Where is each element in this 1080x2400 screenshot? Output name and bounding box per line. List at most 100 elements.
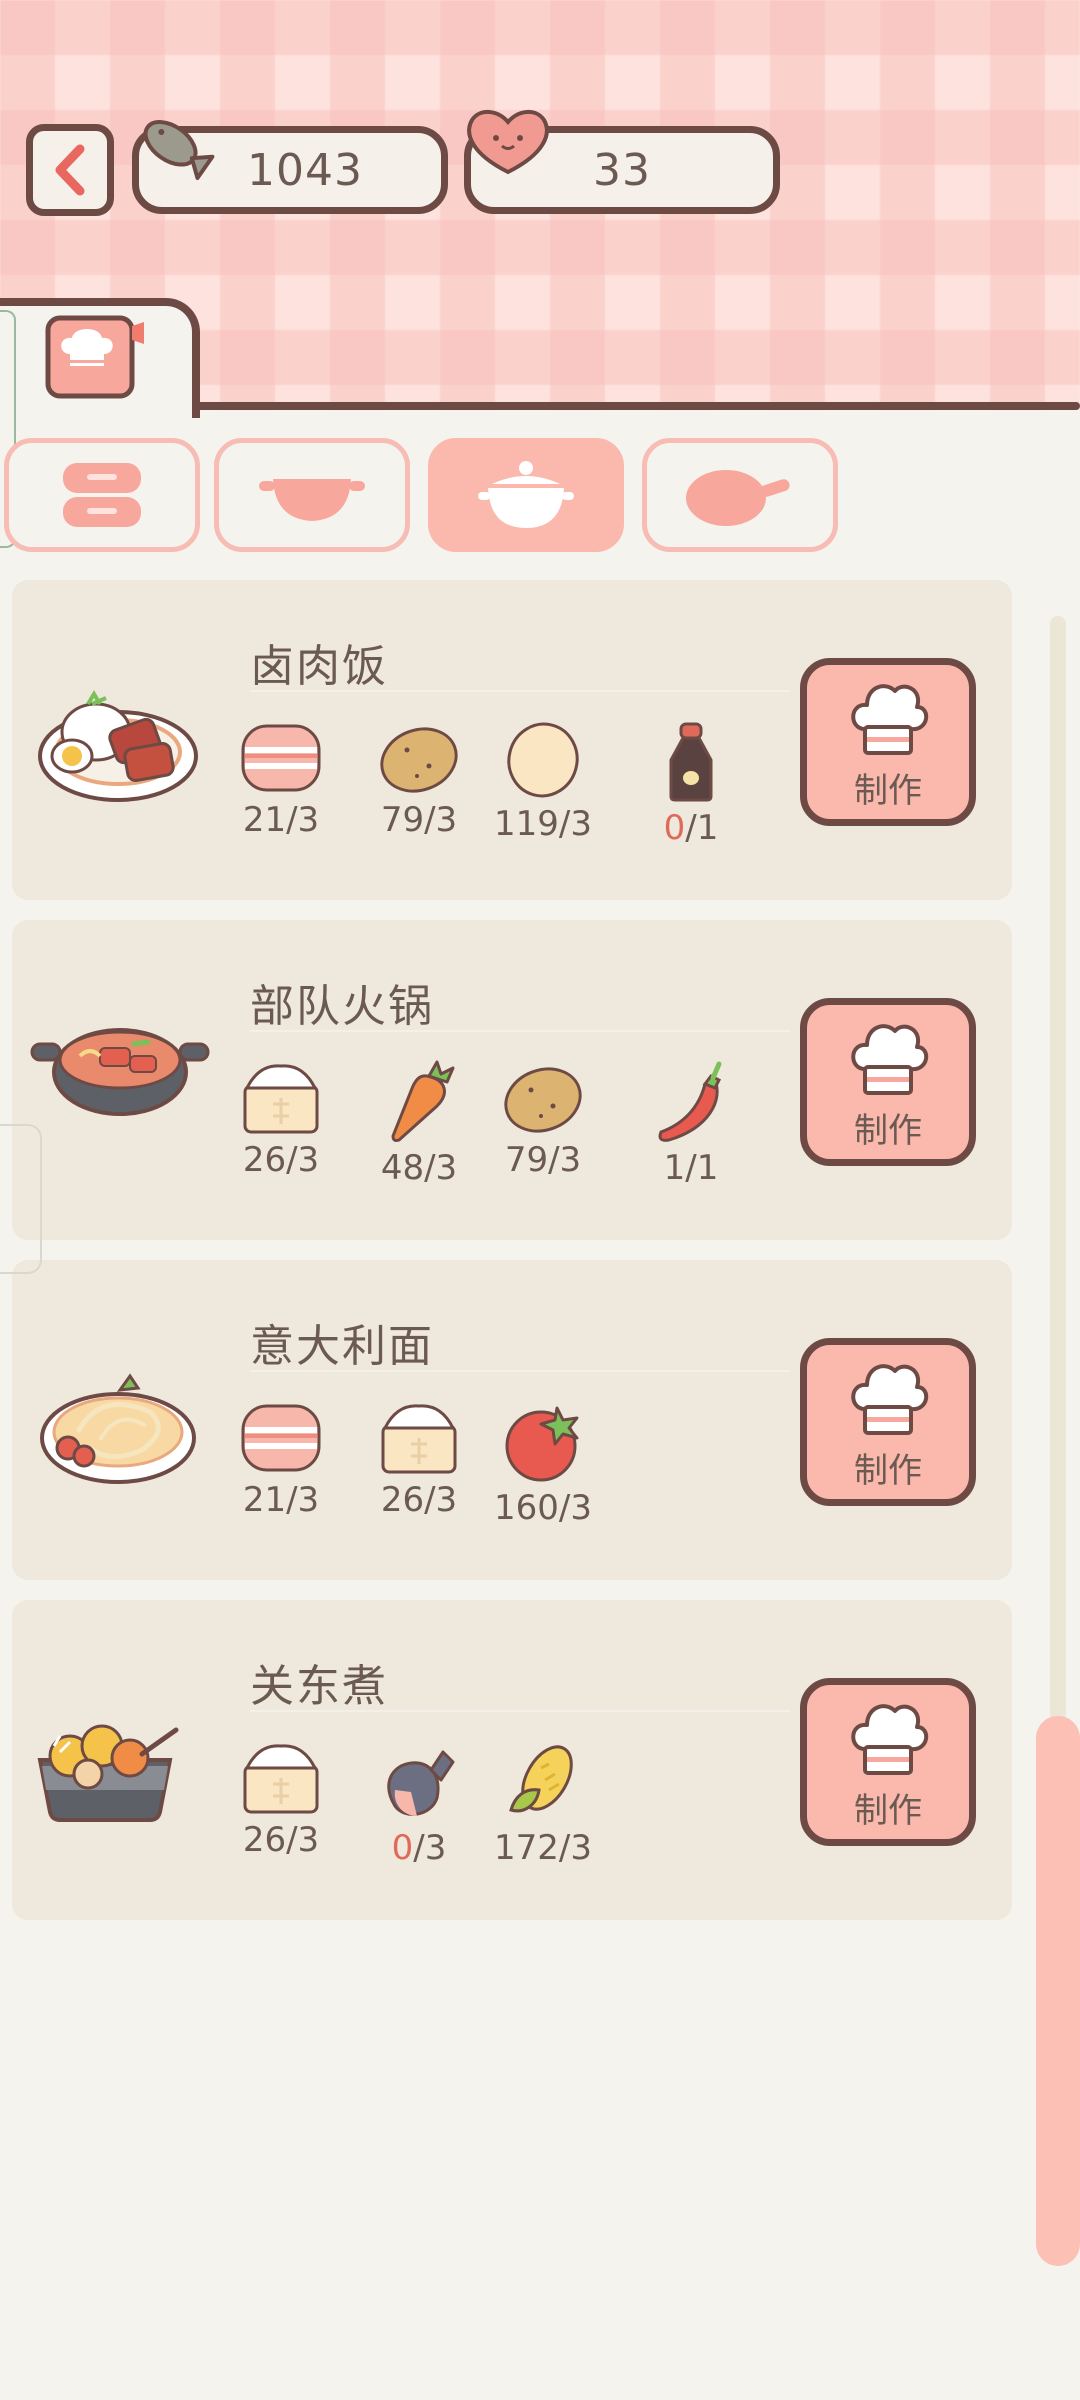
potato-icon <box>364 720 474 796</box>
ingredient-egg: 119/3 <box>488 720 598 844</box>
make-button[interactable]: 制作 <box>800 1678 976 1846</box>
stew-pot-icon <box>478 461 574 528</box>
ingredient-have: 21 <box>242 1480 287 1520</box>
soy-sauce-icon <box>636 720 746 804</box>
heart-count: 33 <box>593 144 651 196</box>
ingredient-count: 26/3 <box>226 1820 336 1860</box>
header-divider <box>190 402 1080 410</box>
category-tab-rice-cooker[interactable] <box>4 438 200 552</box>
braised-pork-rice-icon <box>30 680 200 814</box>
ingredient-have: 79 <box>380 800 425 840</box>
recipe-card: 卤肉饭 21/3 79/3 119/3 0/1 制作 <box>12 580 1012 900</box>
ingredient-chili: 1/1 <box>636 1060 746 1188</box>
ingredient-potato: 79/3 <box>488 1060 598 1180</box>
ingredient-need: /3 <box>286 1820 320 1860</box>
heart-currency-icon <box>467 110 549 175</box>
make-button[interactable]: 制作 <box>800 1338 976 1506</box>
category-tab-frying-pan[interactable] <box>642 438 838 552</box>
ingredient-have: 26 <box>380 1480 425 1520</box>
make-button[interactable]: 制作 <box>800 998 976 1166</box>
chili-icon <box>636 1060 746 1144</box>
egg-icon <box>488 720 598 800</box>
oden-icon <box>30 1700 180 1834</box>
ingredient-carrot: 48/3 <box>364 1060 474 1188</box>
make-button-label: 制作 <box>854 1451 922 1491</box>
meat-icon <box>226 720 336 796</box>
ingredient-need: /3 <box>424 1480 458 1520</box>
corn-icon <box>488 1740 598 1824</box>
ingredient-need: /3 <box>558 1828 592 1868</box>
chef-book-icon <box>45 315 144 399</box>
tomato-icon <box>488 1400 598 1484</box>
category-tab-stew-pot[interactable] <box>428 438 624 552</box>
ingredient-count: 79/3 <box>364 800 474 840</box>
back-arrow-icon <box>55 144 85 196</box>
recipe-card: 意大利面 21/3 26/3 160/3 制作 <box>12 1260 1012 1580</box>
army-hotpot-icon <box>30 1020 210 1124</box>
chef-hat-icon <box>845 1359 931 1441</box>
chef-hat-icon <box>845 1699 931 1781</box>
ingredient-potato: 79/3 <box>364 720 474 840</box>
ingredient-have: 26 <box>242 1140 287 1180</box>
ingredient-need: /3 <box>286 800 320 840</box>
ingredient-have: 79 <box>504 1140 549 1180</box>
ingredient-need: /3 <box>558 804 592 844</box>
ingredient-count: 48/3 <box>364 1148 474 1188</box>
ingredient-corn: 172/3 <box>488 1740 598 1868</box>
recipe-title: 卤肉饭 <box>250 641 388 692</box>
chef-hat-icon <box>845 679 931 761</box>
ingredient-have: 1 <box>663 1148 686 1188</box>
ingredient-meat: 21/3 <box>226 1400 336 1520</box>
rice-cooker-icon <box>63 463 141 527</box>
ingredient-have: 48 <box>380 1148 425 1188</box>
make-button[interactable]: 制作 <box>800 658 976 826</box>
chef-hat-icon <box>845 1019 931 1101</box>
flour-icon <box>226 1060 336 1136</box>
ingredient-need: /3 <box>558 1488 592 1528</box>
recipe-title: 意大利面 <box>250 1321 434 1372</box>
flour-icon <box>364 1400 474 1476</box>
ingredient-have: 160 <box>494 1488 559 1528</box>
carrot-icon <box>364 1060 474 1144</box>
make-button-label: 制作 <box>854 1111 922 1151</box>
ingredient-have: 119 <box>494 804 559 844</box>
ingredient-flour: 26/3 <box>226 1740 336 1860</box>
ingredient-need: /1 <box>685 1148 719 1188</box>
ingredient-have: 21 <box>242 800 287 840</box>
ingredient-count: 26/3 <box>226 1140 336 1180</box>
title-underline <box>250 1710 790 1712</box>
ingredient-have: 0 <box>391 1828 414 1868</box>
ingredient-count: 21/3 <box>226 1480 336 1520</box>
category-tab-wok[interactable] <box>214 438 410 552</box>
recipe-title: 关东煮 <box>250 1661 388 1712</box>
potato-icon <box>488 1060 598 1136</box>
back-button[interactable] <box>26 124 114 216</box>
fish-icon <box>364 1740 474 1824</box>
ingredient-count: 160/3 <box>488 1488 598 1528</box>
ingredient-count: 0/3 <box>364 1828 474 1868</box>
meat-icon <box>226 1400 336 1476</box>
ingredient-count: 79/3 <box>488 1140 598 1180</box>
title-underline <box>250 1370 790 1372</box>
title-underline <box>250 1030 790 1032</box>
ingredient-flour: 26/3 <box>364 1400 474 1520</box>
ingredient-have: 26 <box>242 1820 287 1860</box>
title-underline <box>250 690 790 692</box>
recipe-card: 部队火锅 26/3 48/3 79/3 1/1 制作 <box>12 920 1012 1240</box>
ingredient-count: 26/3 <box>364 1480 474 1520</box>
ingredient-need: /1 <box>685 808 719 848</box>
ingredient-meat: 21/3 <box>226 720 336 840</box>
ingredient-need: /3 <box>286 1480 320 1520</box>
ingredient-fish: 0/3 <box>364 1740 474 1868</box>
ingredient-need: /3 <box>548 1140 582 1180</box>
ingredient-count: 172/3 <box>488 1828 598 1868</box>
wok-icon <box>259 479 365 521</box>
make-button-label: 制作 <box>854 771 922 811</box>
scrollbar-thumb[interactable] <box>1036 1716 1080 2266</box>
flour-icon <box>226 1740 336 1816</box>
ingredient-tomato: 160/3 <box>488 1400 598 1528</box>
side-handle[interactable] <box>0 1124 42 1274</box>
frying-pan-icon <box>686 470 790 526</box>
spaghetti-icon <box>30 1360 200 1494</box>
ingredient-count: 0/1 <box>636 808 746 848</box>
